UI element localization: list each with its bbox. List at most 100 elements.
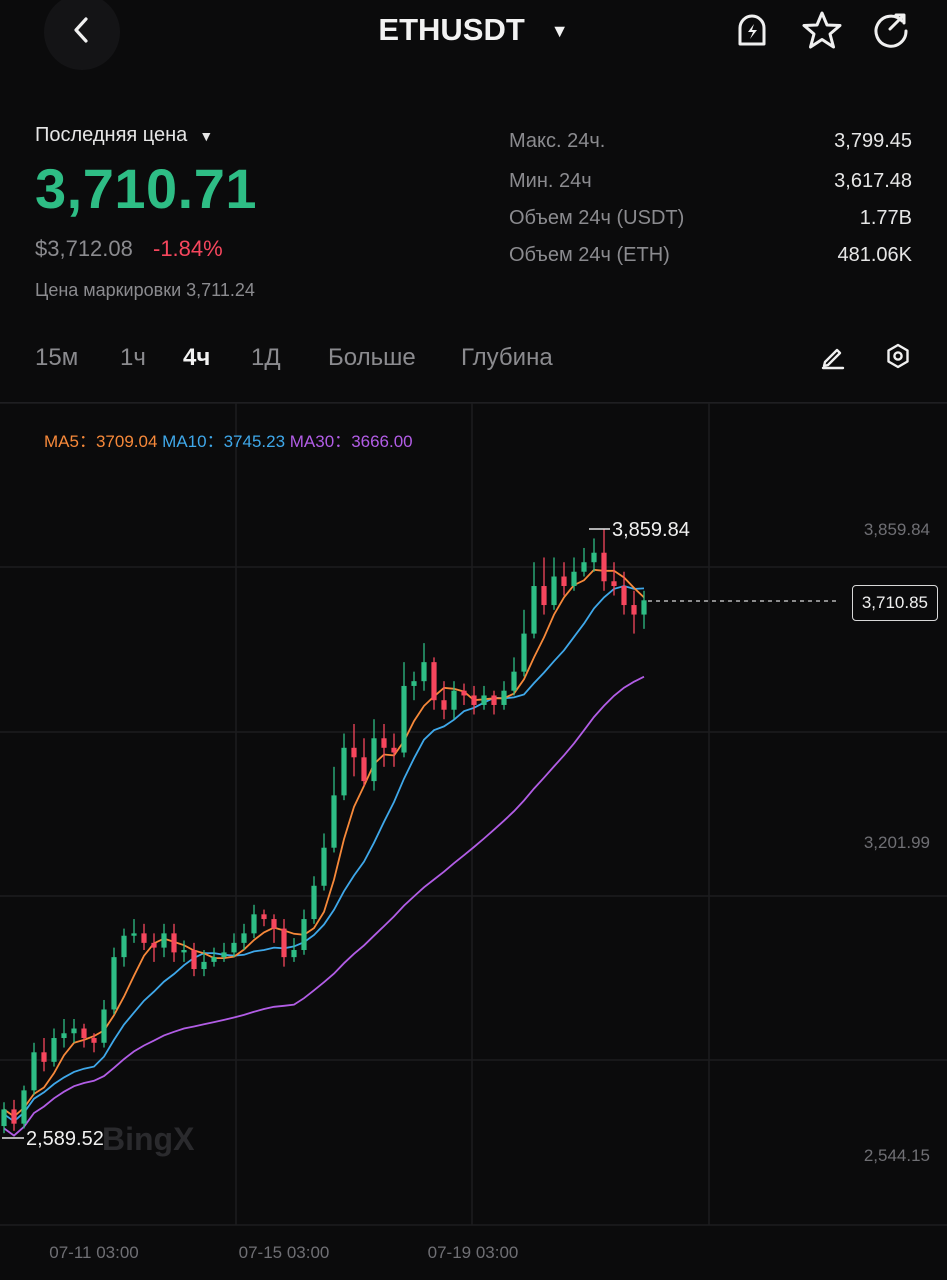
ma30-label: MA30：	[289, 432, 352, 451]
chart-settings-button[interactable]	[882, 342, 914, 374]
candle-body	[41, 1052, 47, 1062]
x-axis-label: 07-11 03:00	[49, 1243, 138, 1262]
y-axis-label: 2,544.15	[864, 1146, 930, 1165]
symbol-title: ETHUSDT	[378, 12, 525, 47]
candle-body	[521, 633, 527, 672]
candle-body	[211, 957, 217, 962]
candle-body	[91, 1038, 97, 1043]
candle-body	[301, 919, 307, 951]
caret-down-icon: ▼	[199, 128, 214, 144]
ma30-value: 3666.00	[351, 432, 413, 451]
stat-vol-eth-label: Объем 24ч (ETH)	[509, 244, 670, 266]
candle-body	[621, 586, 627, 606]
candle-body	[311, 885, 317, 920]
tab-4h[interactable]: 4ч	[183, 344, 210, 372]
x-axis-label: 07-19 03:00	[428, 1243, 519, 1262]
candle-body	[591, 552, 597, 563]
price-alert-bell-icon	[732, 10, 772, 55]
candle-body	[531, 586, 537, 634]
candle-body	[461, 690, 467, 696]
candlestick-chart[interactable]: BingX 3,859.84 3,201.99 2,544.15 07-11 03:0…	[0, 403, 947, 1280]
stat-low-label: Мин. 24ч	[509, 170, 592, 192]
tab-1h[interactable]: 1ч	[120, 344, 146, 372]
ma5-label: MA5：	[44, 432, 96, 451]
tab-depth[interactable]: Глубина	[461, 344, 553, 372]
candle-body	[371, 738, 377, 782]
candle-body	[501, 690, 507, 705]
candle-body	[431, 662, 437, 701]
stat-vol-usdt-label: Объем 24ч (USDT)	[509, 207, 685, 229]
favorite-button[interactable]	[800, 10, 844, 54]
candle-body	[581, 562, 587, 572]
ma5-value: 3709.04	[95, 432, 158, 451]
candle-body	[601, 552, 607, 582]
candle-body	[81, 1028, 87, 1039]
y-axis-label: 3,201.99	[864, 833, 930, 852]
tab-15m[interactable]: 15м	[35, 344, 78, 372]
candle-body	[421, 662, 427, 682]
candle-body	[541, 586, 547, 606]
candle-body	[181, 950, 187, 953]
mark-price-value: 3,711.24	[186, 280, 255, 300]
candle-body	[151, 942, 157, 948]
high-marker-label: 3,859.84	[612, 519, 690, 541]
candle-body	[331, 795, 337, 848]
candle-body	[231, 942, 237, 953]
stat-high-label: Макс. 24ч.	[509, 130, 606, 152]
candle-body	[61, 1033, 67, 1039]
candle-body	[291, 950, 297, 958]
price-type-selector[interactable]: Последняя цена ▼	[35, 124, 213, 147]
candle-body	[571, 571, 577, 587]
ma10-value: 3745.23	[223, 432, 286, 451]
last-price: 3,710.71	[35, 157, 257, 220]
pencil-icon	[819, 342, 847, 375]
stat-vol-usdt-value: 1.77B	[859, 207, 912, 229]
candle-body	[251, 914, 257, 934]
mark-price-label: Цена маркировки	[35, 280, 182, 300]
candle-body	[21, 1090, 27, 1124]
candle-body	[271, 919, 277, 929]
candle-body	[631, 605, 637, 615]
candle-body	[131, 933, 137, 936]
candle-body	[31, 1052, 37, 1091]
candle-body	[481, 695, 487, 705]
current-price-tag: 3,710.85	[851, 585, 938, 621]
price-change-percent: -1.84%	[153, 236, 223, 261]
draw-tool-button[interactable]	[817, 342, 849, 374]
candle-body	[111, 957, 117, 1010]
candle-body	[1, 1109, 7, 1127]
candle-body	[351, 747, 357, 758]
tab-1d[interactable]: 1Д	[251, 344, 281, 372]
candle-body	[281, 928, 287, 958]
candle-body	[641, 600, 647, 615]
tab-more[interactable]: Больше	[328, 344, 416, 372]
share-icon	[870, 9, 912, 56]
candle-body	[241, 933, 247, 943]
price-type-label: Последняя цена	[35, 124, 188, 146]
candle-body	[411, 681, 417, 686]
candle-body	[261, 914, 267, 920]
mark-price: Цена маркировки 3,711.24	[35, 280, 255, 301]
ma10-label: MA10：	[162, 432, 224, 451]
candle-body	[401, 685, 407, 753]
y-axis-label: 3,859.84	[864, 520, 930, 539]
caret-down-icon: ▼	[550, 21, 569, 42]
star-icon	[801, 9, 843, 56]
candle-body	[511, 671, 517, 691]
candle-body	[121, 935, 127, 958]
stat-low-value: 3,617.48	[834, 170, 912, 192]
price-alert-button[interactable]	[730, 10, 774, 54]
share-button[interactable]	[869, 10, 913, 54]
chart-grid	[0, 403, 947, 1226]
candle-body	[341, 747, 347, 796]
candle-body	[471, 695, 477, 705]
candle-body	[191, 950, 197, 970]
candle-body	[201, 961, 207, 970]
candle-body	[101, 1009, 107, 1043]
low-marker-label: 2,589.52	[26, 1128, 104, 1150]
stat-high-value: 3,799.45	[834, 130, 912, 152]
stat-vol-eth-value: 481.06K	[837, 244, 912, 266]
ma30-line	[3, 675, 645, 1137]
candle-body	[171, 933, 177, 953]
candle-body	[361, 757, 367, 782]
